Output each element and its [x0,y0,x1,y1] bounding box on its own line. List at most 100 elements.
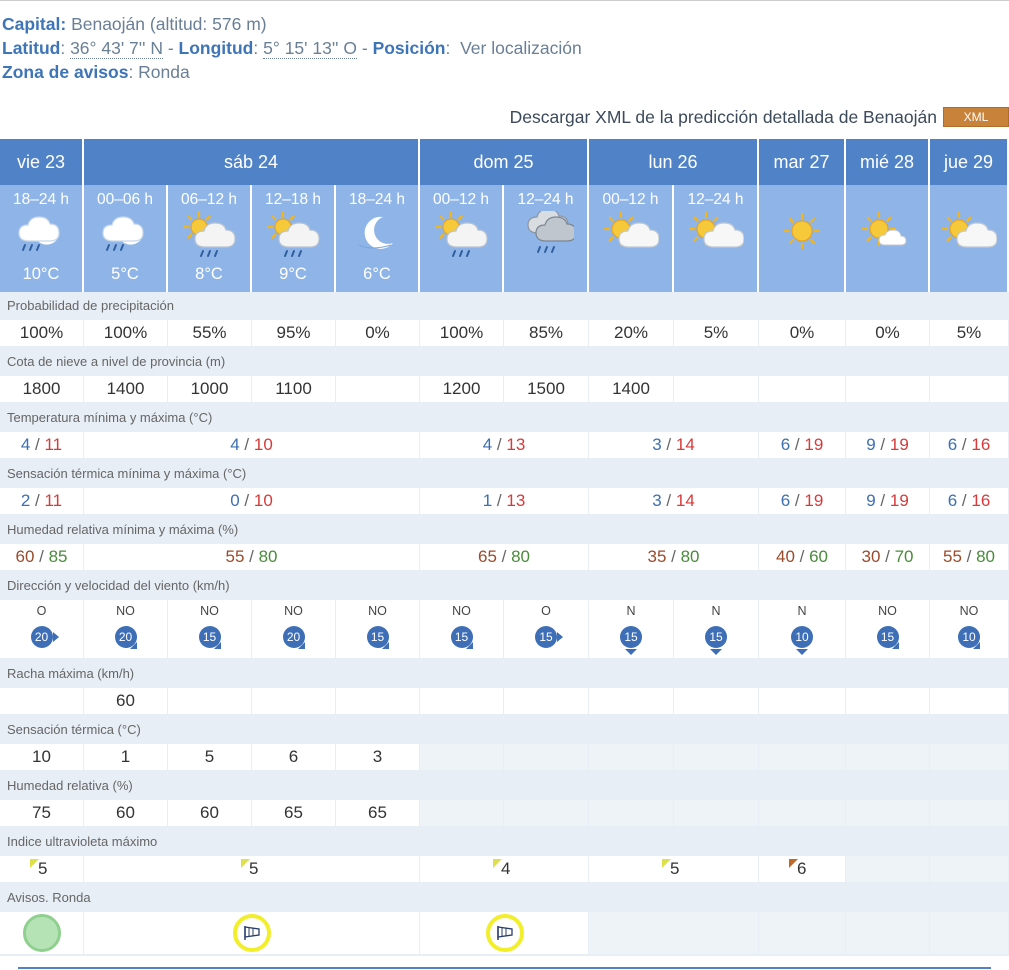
day-header: lun 26 [589,139,758,185]
humidity-max: 60 [809,547,828,566]
view-location-link[interactable]: Ver localización [460,38,582,58]
wind-cell: N 15 [674,600,758,658]
warning-wind-icon[interactable] [233,914,271,952]
temperature-value: 4 / 10 [84,432,419,458]
humidity-min: 60 [15,547,35,566]
humidity-min: 65 [477,547,497,566]
slash: / [34,547,49,566]
temperature-min: 6 [947,435,958,454]
gust-value [846,688,929,714]
humidity-values: 60 / 85 55 / 80 65 / 80 35 / 80 40 / 60 30 / … [0,544,1009,572]
warning-cell [930,912,1008,954]
temperature-value: 6 / 19 [759,432,845,458]
row-label-hum_h: Humedad relativa (%) [0,772,1009,800]
row-label: Avisos. Ronda [7,890,91,905]
wind-cell: NO 15 [846,600,929,658]
feels-like-hourly-value [930,744,1008,770]
gust-value [930,688,1008,714]
humidity-value: 55 / 80 [930,544,1008,570]
wind-speed-badge: 15 [705,626,727,648]
gust-value [336,688,419,714]
coords-line: Latitud: 36° 43' 7'' N - Longitud: 5° 15… [2,38,582,59]
feels-like-hourly-value: 10 [0,744,83,770]
uv-cell: 5 [84,856,419,882]
snow-level-value [846,376,929,402]
feels-like-min: 0 [230,491,240,510]
row-label: Indice ultravioleta máximo [7,834,158,849]
gust-value [504,688,588,714]
longitude-label: Longitud [178,38,254,58]
feels-like-min: 2 [20,491,31,510]
wind-direction: NO [116,604,135,618]
snow-level-value: 1500 [504,376,588,402]
humidity-value: 40 / 60 [759,544,845,570]
slash: / [790,435,805,454]
humidity-hourly-value: 60 [168,800,251,826]
snow-level-value: 1200 [420,376,503,402]
temperature-value: 6 / 16 [930,432,1008,458]
wind-arrow-icon [973,642,980,649]
period-cell: 12–24 h [674,185,758,292]
feels-like-hourly-value [759,744,845,770]
period-label: 06–12 h [180,191,238,208]
feels-like-value: 2 / 11 [0,488,83,514]
warning-zone-line: Zona de avisos: Ronda [2,62,190,82]
precip-value: 100% [0,320,83,346]
wind-arrow-icon [796,649,808,655]
humidity-hourly-value: 60 [84,800,167,826]
period-cell: 18–24 h 10°C [0,185,83,292]
warning-wind-icon[interactable] [485,914,524,952]
humidity-min: 40 [775,547,795,566]
humidity-hourly-value: 75 [0,800,83,826]
feels-like-values: 2 / 11 0 / 10 1 / 13 3 / 14 6 / 19 9 / 19 6 / … [0,488,1009,516]
warning-zone-label: Zona de avisos [2,62,129,82]
gust-value [759,688,845,714]
period-temp: 9°C [279,265,307,283]
wind-cell: NO 20 [84,600,167,658]
day-header: dom 25 [420,139,588,185]
temperature-min: 4 [20,435,31,454]
gust-value [0,688,83,714]
gust-value [252,688,335,714]
wind-direction: NO [878,604,897,618]
humidity-hourly-value [589,800,673,826]
temperature-values: 4 / 11 4 / 10 4 / 13 3 / 14 6 / 19 9 / 19 6 / … [0,432,1009,460]
row-label: Cota de nieve a nivel de provincia (m) [7,354,226,369]
row-label-temp: Temperatura mínima y máxima (°C) [0,404,1009,432]
temperature-max: 19 [804,435,824,454]
wind-cell: N 10 [759,600,845,658]
wind-cell: N 15 [589,600,673,658]
top-border [0,0,1009,1]
humidity-max: 70 [894,547,914,566]
temperature-min: 4 [230,435,240,454]
slash: / [661,491,676,510]
uv-value: 5 [38,859,48,878]
slash: / [492,435,507,454]
row-label: Racha máxima (km/h) [7,666,135,681]
period-label: 12–24 h [517,191,574,208]
temperature-max: 10 [253,435,273,454]
feels-like-max: 14 [675,491,695,510]
precip-value: 95% [252,320,335,346]
wind-direction: NO [200,604,219,618]
wind-direction: NO [452,604,471,618]
period-cell: 00–06 h 5°C [84,185,167,292]
xml-download-button[interactable]: XML [943,107,1009,127]
row-label-hum: Humedad relativa mínima y máxima (%) [0,516,1009,544]
row-label-feels: Sensación térmica mínima y máxima (°C) [0,460,1009,488]
period-label: 00–06 h [96,191,154,208]
uv-cell: 5 [589,856,758,882]
temperature-value: 3 / 14 [589,432,758,458]
gust-values: 60 [0,688,1009,716]
humidity-max: 80 [976,547,995,566]
period-cell: 06–12 h 8°C [168,185,251,292]
snow-values: 1800 1400 1000 1100 1200 1500 1400 [0,376,1009,404]
warning-cell [846,912,929,954]
feels-like-hourly-value [846,744,929,770]
humidity-value: 65 / 80 [420,544,588,570]
period-cell: 18–24 h 6°C [336,185,419,292]
feels-like-min: 6 [780,491,791,510]
warning-green-icon[interactable] [23,914,61,952]
temperature-min: 4 [482,435,493,454]
feels-like-min: 3 [652,491,662,510]
